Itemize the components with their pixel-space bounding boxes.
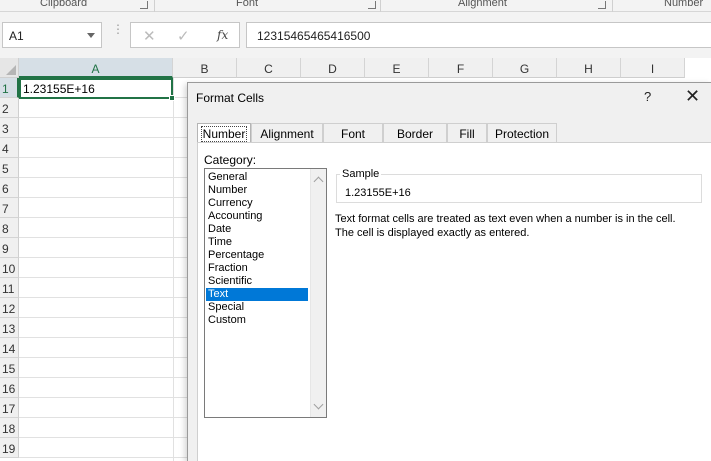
column-header-g[interactable]: G	[493, 58, 557, 78]
row-header-9[interactable]: 9	[0, 238, 19, 258]
sample-label: Sample	[340, 168, 382, 180]
row-header-18[interactable]: 18	[0, 418, 19, 438]
column-header-a[interactable]: A	[19, 58, 173, 78]
grip-dots-icon: ⋮	[112, 22, 124, 36]
ribbon-group-alignment: Alignment	[458, 0, 507, 9]
select-all-corner[interactable]	[0, 58, 19, 78]
category-fraction[interactable]: Fraction	[206, 262, 308, 275]
category-custom[interactable]: Custom	[206, 314, 308, 327]
row-header-10[interactable]: 10	[0, 258, 19, 278]
insert-function-icon[interactable]: fx	[217, 28, 228, 42]
row-header-7[interactable]: 7	[0, 198, 19, 218]
close-icon[interactable]: ✕	[685, 86, 700, 107]
category-special[interactable]: Special	[206, 301, 308, 314]
tab-number-label: Number	[200, 126, 248, 142]
name-box[interactable]: A1	[2, 22, 102, 48]
row-header-19[interactable]: 19	[0, 438, 19, 458]
category-listbox[interactable]: General Number Currency Accounting Date …	[204, 168, 327, 418]
formula-bar-area: A1 ⋮ ✕ ✓ fx 12315465465416500	[0, 12, 711, 58]
column-header-i[interactable]: I	[621, 58, 685, 78]
column-header-d[interactable]: D	[301, 58, 365, 78]
column-header-c[interactable]: C	[237, 58, 301, 78]
ribbon-group-font: Font	[236, 0, 259, 9]
row-header-3[interactable]: 3	[0, 118, 19, 138]
category-date[interactable]: Date	[206, 223, 308, 236]
tab-border[interactable]: Border	[383, 123, 447, 142]
tab-font[interactable]: Font	[323, 123, 383, 142]
help-icon[interactable]: ?	[644, 89, 651, 104]
tab-protection[interactable]: Protection	[487, 123, 557, 142]
row-header-4[interactable]: 4	[0, 138, 19, 158]
enter-check-icon[interactable]: ✓	[177, 27, 190, 45]
tab-alignment[interactable]: Alignment	[251, 123, 323, 142]
row-header-1[interactable]: 1	[0, 78, 19, 98]
ribbon-group-number: Number	[664, 0, 704, 9]
chevron-down-icon[interactable]	[87, 33, 95, 38]
alignment-launcher-icon[interactable]	[598, 1, 606, 9]
name-box-value: A1	[9, 29, 24, 43]
sample-value: 1.23155E+16	[345, 187, 411, 199]
ribbon-separator	[380, 0, 381, 12]
description-line-2: The cell is displayed exactly as entered…	[335, 227, 530, 239]
category-time[interactable]: Time	[206, 236, 308, 249]
grid-line	[173, 78, 174, 461]
ribbon-separator	[612, 0, 613, 12]
category-accounting[interactable]: Accounting	[206, 210, 308, 223]
ribbon-separator	[154, 0, 155, 12]
row-header-13[interactable]: 13	[0, 318, 19, 338]
ribbon-group-clipboard: Clipboard	[40, 0, 88, 9]
tab-number[interactable]: Number	[197, 123, 251, 143]
scroll-down-icon[interactable]	[313, 399, 324, 410]
row-header-6[interactable]: 6	[0, 178, 19, 198]
column-header-h[interactable]: H	[557, 58, 621, 78]
sample-box: 1.23155E+16	[336, 174, 702, 203]
ribbon-group-labels: Clipboard Font Alignment Number	[0, 0, 711, 12]
formula-input[interactable]: 12315465465416500	[246, 22, 711, 48]
row-header-12[interactable]: 12	[0, 298, 19, 318]
category-percentage[interactable]: Percentage	[206, 249, 308, 262]
tab-fill[interactable]: Fill	[447, 123, 487, 142]
row-header-17[interactable]: 17	[0, 398, 19, 418]
row-header-14[interactable]: 14	[0, 338, 19, 358]
dialog-title: Format Cells	[196, 91, 265, 105]
formula-button-box: ✕ ✓ fx	[130, 22, 240, 48]
category-currency[interactable]: Currency	[206, 197, 308, 210]
category-scientific[interactable]: Scientific	[206, 275, 308, 288]
cancel-x-icon[interactable]: ✕	[143, 27, 156, 45]
clipboard-launcher-icon[interactable]	[140, 1, 148, 9]
font-launcher-icon[interactable]	[368, 1, 376, 9]
formula-value: 12315465465416500	[257, 29, 371, 43]
scroll-up-icon[interactable]	[313, 176, 324, 187]
row-header-16[interactable]: 16	[0, 378, 19, 398]
active-cell-a1[interactable]: 1.23155E+16	[19, 78, 175, 101]
formula-buttons: ⋮ ✕ ✓ fx	[110, 22, 242, 48]
category-general[interactable]: General	[206, 171, 308, 184]
category-text[interactable]: Text	[206, 288, 308, 301]
row-header-15[interactable]: 15	[0, 358, 19, 378]
format-cells-dialog: Format Cells ? ✕ Number Alignment Font B…	[187, 82, 711, 461]
format-description: Text format cells are treated as text ev…	[335, 212, 710, 240]
row-header-2[interactable]: 2	[0, 98, 19, 118]
category-number[interactable]: Number	[206, 184, 308, 197]
column-header-f[interactable]: F	[429, 58, 493, 78]
column-header-e[interactable]: E	[365, 58, 429, 78]
category-scrollbar[interactable]	[310, 169, 326, 417]
cell-a1-value: 1.23155E+16	[23, 82, 95, 96]
row-header-8[interactable]: 8	[0, 218, 19, 238]
description-line-1: Text format cells are treated as text ev…	[335, 213, 676, 225]
row-header-11[interactable]: 11	[0, 278, 19, 298]
category-label: Category:	[204, 153, 257, 167]
number-tab-panel: Category: General Number Currency Accoun…	[197, 142, 711, 461]
column-header-b[interactable]: B	[173, 58, 237, 78]
row-header-5[interactable]: 5	[0, 158, 19, 178]
fill-handle[interactable]	[169, 95, 175, 101]
